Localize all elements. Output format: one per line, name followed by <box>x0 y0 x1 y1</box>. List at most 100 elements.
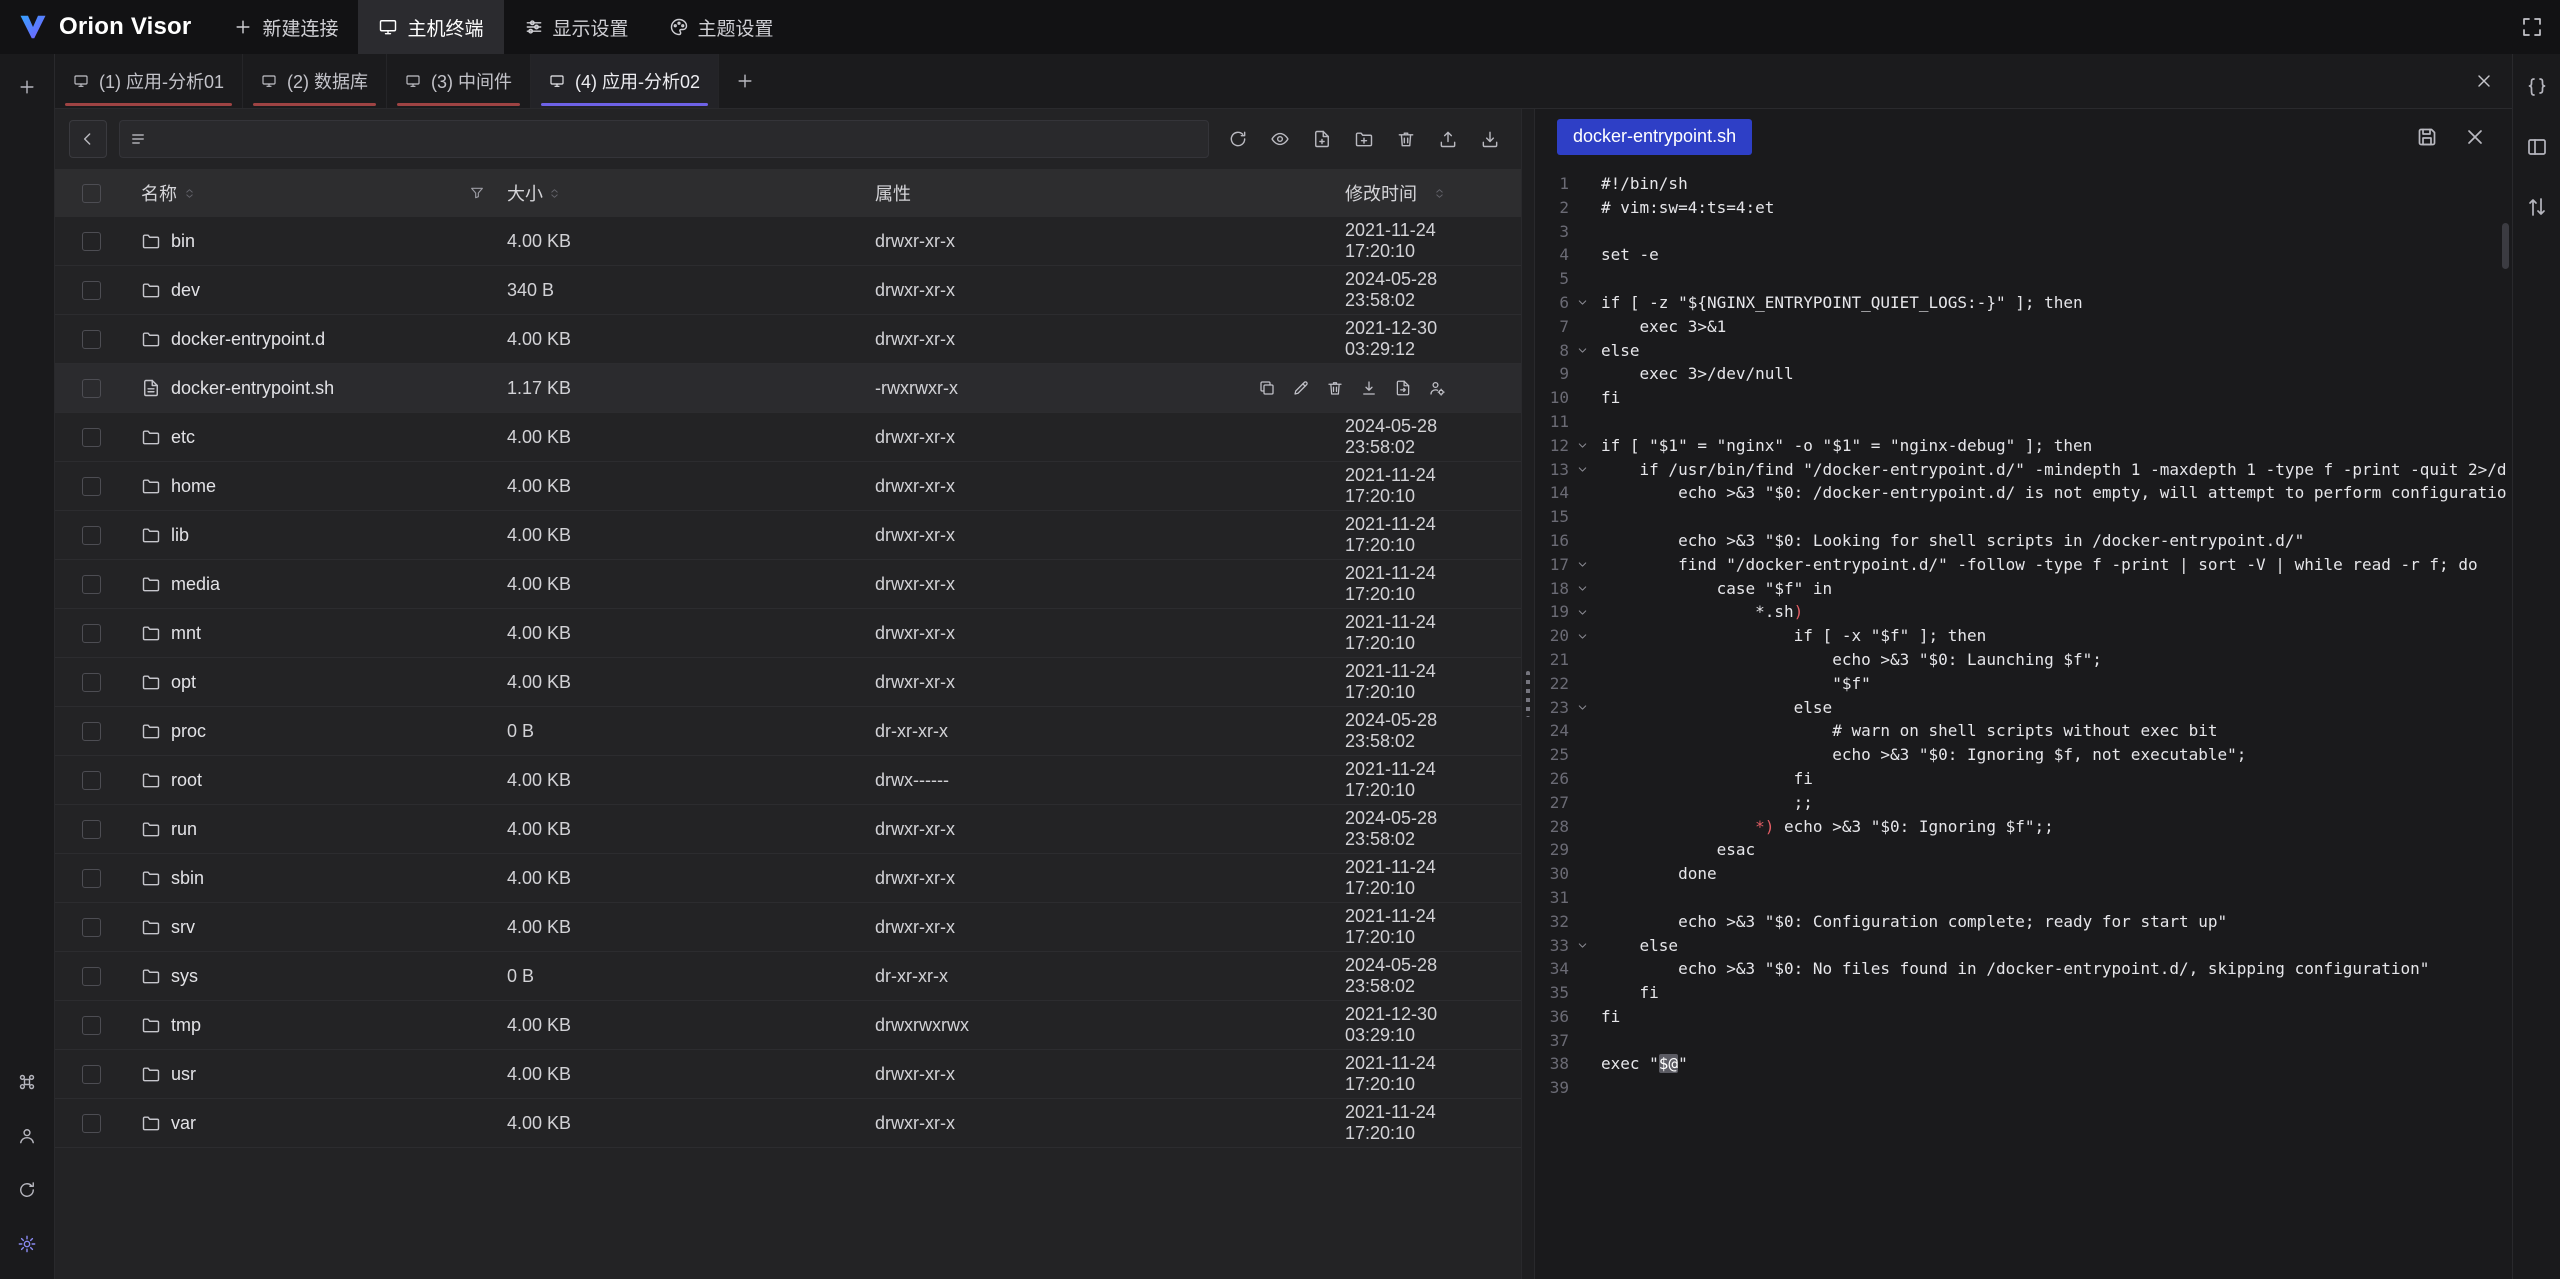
table-row[interactable]: home4.00 KBdrwxr-xr-x2021-11-24 17:20:10 <box>55 462 1521 511</box>
table-row[interactable]: docker-entrypoint.sh1.17 KB-rwxrwxr-x <box>55 364 1521 413</box>
file-name[interactable]: usr <box>171 1064 196 1085</box>
table-row[interactable]: bin4.00 KBdrwxr-xr-x2021-11-24 17:20:10 <box>55 217 1521 266</box>
user-info-button[interactable] <box>10 1119 44 1153</box>
file-name[interactable]: srv <box>171 917 195 938</box>
menu-item-3[interactable]: 主题设置 <box>649 0 794 54</box>
file-name[interactable]: etc <box>171 427 195 448</box>
trash-button[interactable] <box>1389 122 1423 156</box>
row-checkbox[interactable] <box>55 1065 127 1084</box>
settings-button[interactable] <box>10 1227 44 1261</box>
table-row[interactable]: lib4.00 KBdrwxr-xr-x2021-11-24 17:20:10 <box>55 511 1521 560</box>
table-row[interactable]: dev340 Bdrwxr-xr-x2024-05-28 23:58:02 <box>55 266 1521 315</box>
table-row[interactable]: sys0 Bdr-xr-xr-x2024-05-28 23:58:02 <box>55 952 1521 1001</box>
menu-item-2[interactable]: 显示设置 <box>504 0 649 54</box>
close-all-button[interactable] <box>2474 71 2494 91</box>
panel-layout-button[interactable] <box>2520 130 2554 164</box>
snippets-button[interactable] <box>2520 70 2554 104</box>
column-header-size[interactable]: 大小 <box>507 180 875 206</box>
row-checkbox[interactable] <box>55 869 127 888</box>
column-header-name[interactable]: 名称 <box>127 180 507 206</box>
table-row[interactable]: media4.00 KBdrwxr-xr-x2021-11-24 17:20:1… <box>55 560 1521 609</box>
transfer-list-button[interactable] <box>2520 190 2554 224</box>
terminal-tab-1[interactable]: (2) 数据库 <box>243 54 387 108</box>
fold-toggle[interactable] <box>1569 458 1595 482</box>
row-checkbox[interactable] <box>55 918 127 937</box>
new-folder-button[interactable] <box>1347 122 1381 156</box>
fold-toggle[interactable] <box>1569 600 1595 624</box>
download-button[interactable] <box>1473 122 1507 156</box>
shortcut-keys-button[interactable] <box>10 1065 44 1099</box>
fullscreen-button[interactable] <box>2504 0 2560 54</box>
row-checkbox[interactable] <box>55 428 127 447</box>
add-tab-button[interactable] <box>719 54 771 108</box>
file-name[interactable]: proc <box>171 721 206 742</box>
table-row[interactable]: usr4.00 KBdrwxr-xr-x2021-11-24 17:20:10 <box>55 1050 1521 1099</box>
terminal-tab-0[interactable]: (1) 应用-分析01 <box>55 54 243 108</box>
trash-action-button[interactable] <box>1326 379 1344 397</box>
app-logo[interactable]: Orion Visor <box>0 0 213 54</box>
table-row[interactable]: mnt4.00 KBdrwxr-xr-x2021-11-24 17:20:10 <box>55 609 1521 658</box>
fold-toggle[interactable] <box>1569 339 1595 363</box>
column-header-mtime[interactable]: 修改时间 <box>1345 180 1521 206</box>
table-row[interactable]: root4.00 KBdrwx------2021-11-24 17:20:10 <box>55 756 1521 805</box>
fold-toggle[interactable] <box>1569 577 1595 601</box>
file-name[interactable]: home <box>171 476 216 497</box>
row-checkbox[interactable] <box>55 1016 127 1035</box>
menu-item-1[interactable]: 主机终端 <box>358 0 503 54</box>
file-name[interactable]: lib <box>171 525 189 546</box>
row-checkbox[interactable] <box>55 722 127 741</box>
editor-scrollbar[interactable] <box>2500 219 2512 1279</box>
row-checkbox[interactable] <box>55 330 127 349</box>
row-checkbox[interactable] <box>55 771 127 790</box>
file-name[interactable]: media <box>171 574 220 595</box>
eye-button[interactable] <box>1263 122 1297 156</box>
row-checkbox[interactable] <box>55 379 127 398</box>
path-input[interactable] <box>119 120 1209 158</box>
table-row[interactable]: etc4.00 KBdrwxr-xr-x2024-05-28 23:58:02 <box>55 413 1521 462</box>
close-editor-button[interactable] <box>2463 125 2487 149</box>
sort-icon[interactable] <box>183 187 196 200</box>
move-action-button[interactable] <box>1394 379 1412 397</box>
file-name[interactable]: opt <box>171 672 196 693</box>
upload-button[interactable] <box>1431 122 1465 156</box>
row-checkbox[interactable] <box>55 575 127 594</box>
table-row[interactable]: srv4.00 KBdrwxr-xr-x2021-11-24 17:20:10 <box>55 903 1521 952</box>
code-editor[interactable]: 1#!/bin/sh2# vim:sw=4:ts=4:et34set -e56i… <box>1535 164 2512 1279</box>
file-name[interactable]: docker-entrypoint.d <box>171 329 325 350</box>
download-line-action-button[interactable] <box>1360 379 1378 397</box>
table-row[interactable]: tmp4.00 KBdrwxrwxrwx2021-12-30 03:29:10 <box>55 1001 1521 1050</box>
file-name[interactable]: sbin <box>171 868 204 889</box>
editor-file-tab[interactable]: docker-entrypoint.sh <box>1557 119 1752 155</box>
scrollbar-thumb[interactable] <box>2502 223 2509 269</box>
row-checkbox[interactable] <box>55 673 127 692</box>
file-name[interactable]: root <box>171 770 202 791</box>
fold-toggle[interactable] <box>1569 696 1595 720</box>
row-checkbox[interactable] <box>55 820 127 839</box>
file-name[interactable]: sys <box>171 966 198 987</box>
update-button[interactable] <box>10 1173 44 1207</box>
file-name[interactable]: var <box>171 1113 196 1134</box>
new-connection-button[interactable] <box>10 70 44 104</box>
terminal-tab-2[interactable]: (3) 中间件 <box>387 54 531 108</box>
terminal-tab-3[interactable]: (4) 应用-分析02 <box>531 54 719 108</box>
file-name[interactable]: dev <box>171 280 200 301</box>
row-checkbox[interactable] <box>55 281 127 300</box>
refresh-button[interactable] <box>1221 122 1255 156</box>
file-name[interactable]: docker-entrypoint.sh <box>171 378 334 399</box>
row-checkbox[interactable] <box>55 967 127 986</box>
user-gear-action-button[interactable] <box>1428 379 1446 397</box>
row-checkbox[interactable] <box>55 1114 127 1133</box>
file-name[interactable]: run <box>171 819 197 840</box>
table-row[interactable]: proc0 Bdr-xr-xr-x2024-05-28 23:58:02 <box>55 707 1521 756</box>
file-name[interactable]: bin <box>171 231 195 252</box>
fold-toggle[interactable] <box>1569 434 1595 458</box>
table-row[interactable]: var4.00 KBdrwxr-xr-x2021-11-24 17:20:10 <box>55 1099 1521 1148</box>
table-row[interactable]: run4.00 KBdrwxr-xr-x2024-05-28 23:58:02 <box>55 805 1521 854</box>
file-name[interactable]: mnt <box>171 623 201 644</box>
menu-item-0[interactable]: 新建连接 <box>213 0 358 54</box>
table-row[interactable]: sbin4.00 KBdrwxr-xr-x2021-11-24 17:20:10 <box>55 854 1521 903</box>
pencil-action-button[interactable] <box>1292 379 1310 397</box>
fold-toggle[interactable] <box>1569 624 1595 648</box>
table-row[interactable]: opt4.00 KBdrwxr-xr-x2021-11-24 17:20:10 <box>55 658 1521 707</box>
select-all-checkbox[interactable] <box>55 184 127 203</box>
